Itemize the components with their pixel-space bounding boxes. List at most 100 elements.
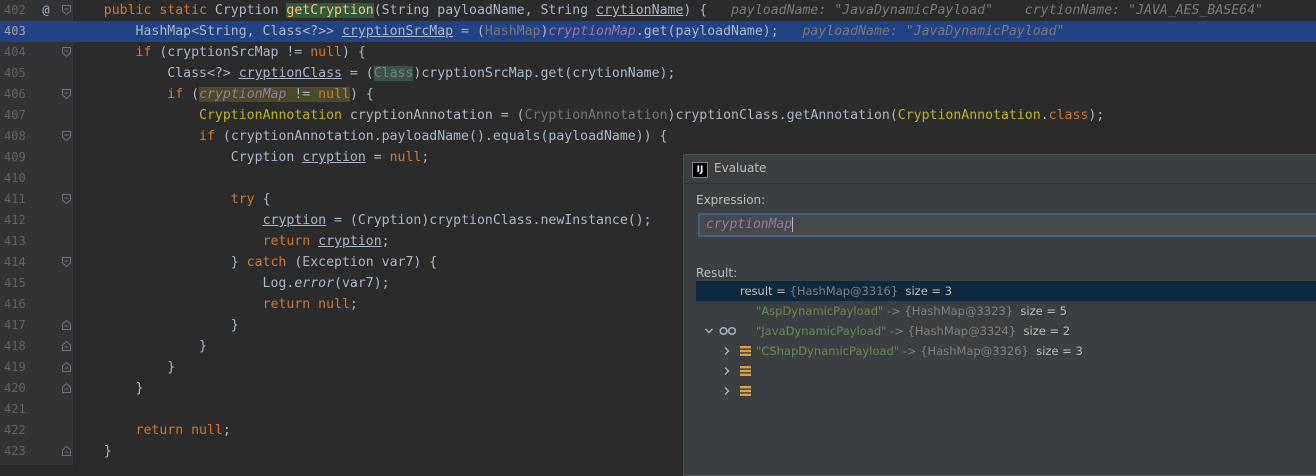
code-text[interactable]: Log.error(var7); <box>72 273 390 294</box>
code-text[interactable]: } <box>72 441 112 462</box>
code-token: payloadName: "JavaDynamicPayload" crytio… <box>723 3 1263 18</box>
result-entry-row[interactable]: "JavaDynamicPayload" -> {HashMap@3324} s… <box>696 321 1316 376</box>
code-token: (Exception var7) { <box>294 255 438 270</box>
chevron-right-icon[interactable] <box>722 326 732 375</box>
chevron-down-icon[interactable] <box>704 286 714 334</box>
fold-icon[interactable] <box>62 257 71 267</box>
code-token: cryption <box>302 150 366 165</box>
code-line[interactable]: 405 Class<?> cryptionClass = (Class)cryp… <box>0 63 1316 84</box>
result-entry-row[interactable]: "CShapDynamicPayload" -> {HashMap@3326} … <box>696 341 1316 396</box>
line-number[interactable]: 407 <box>4 105 32 126</box>
code-line[interactable]: 408 if (cryptionAnnotation.payloadName()… <box>0 126 1316 147</box>
code-text[interactable]: } <box>72 336 207 357</box>
fold-icon[interactable] <box>62 362 71 372</box>
line-number[interactable]: 414 <box>4 252 32 273</box>
code-token: Class<?> <box>72 66 239 81</box>
code-text[interactable]: if (cryptionSrcMap != null) { <box>72 42 366 63</box>
line-number[interactable]: 409 <box>4 147 32 168</box>
code-text[interactable]: cryption = (Cryption)cryptionClass.newIn… <box>72 210 652 231</box>
code-token: HashMap <box>484 24 541 39</box>
line-number[interactable]: 419 <box>4 357 32 378</box>
result-root-row[interactable]: result = {HashMap@3316} size = 3 <box>696 281 1316 336</box>
code-text[interactable]: CryptionAnnotation cryptionAnnotation = … <box>72 105 1104 126</box>
code-text[interactable]: HashMap<String, Class<?>> cryptionSrcMap… <box>72 21 1065 42</box>
fold-icon[interactable] <box>62 5 71 15</box>
line-number[interactable]: 403 <box>4 21 32 42</box>
line-number[interactable]: 404 <box>4 42 32 63</box>
entry-value: {HashMap@3323} <box>904 304 1014 318</box>
expression-label: Expression: <box>696 193 766 207</box>
code-token: if <box>135 45 160 60</box>
fold-icon[interactable] <box>62 383 71 393</box>
line-number[interactable]: 418 <box>4 336 32 357</box>
code-text[interactable]: } <box>72 357 175 378</box>
expression-input[interactable]: cryptionMap <box>698 213 1316 237</box>
line-number[interactable]: 408 <box>4 126 32 147</box>
map-entry-icon <box>740 326 751 376</box>
line-number[interactable]: 402 <box>4 0 32 21</box>
code-token: payloadName: "JavaDynamicPayload" <box>794 24 1065 39</box>
code-token: CryptionAnnotation <box>897 108 1041 123</box>
fold-icon[interactable] <box>62 194 71 204</box>
fold-icon[interactable] <box>62 341 71 351</box>
code-text[interactable]: if (cryptionAnnotation.payloadName().equ… <box>72 126 667 147</box>
code-text[interactable]: return null; <box>72 420 231 441</box>
line-number[interactable]: 416 <box>4 294 32 315</box>
code-text[interactable]: try { <box>72 189 271 210</box>
line-number[interactable]: 406 <box>4 84 32 105</box>
code-token: cryptionClass <box>238 66 342 81</box>
fold-icon[interactable] <box>62 446 71 456</box>
code-line[interactable]: 404 if (cryptionSrcMap != null) { <box>0 42 1316 63</box>
fold-icon[interactable] <box>62 131 71 141</box>
code-line[interactable]: 403 HashMap<String, Class<?>> cryptionSr… <box>0 21 1316 42</box>
line-number[interactable]: 405 <box>4 63 32 84</box>
code-line[interactable]: 402 @ public static Cryption getCryption(… <box>0 0 1316 21</box>
line-number[interactable]: 417 <box>4 315 32 336</box>
code-text[interactable]: if (cryptionMap != null) { <box>72 84 374 105</box>
code-text[interactable]: } <box>72 378 144 399</box>
line-number[interactable]: 422 <box>4 420 32 441</box>
fold-icon[interactable] <box>62 320 71 330</box>
code-text[interactable]: return null; <box>72 294 358 315</box>
code-line[interactable]: 406 if (cryptionMap != null) { <box>0 84 1316 105</box>
code-token: } <box>72 360 176 375</box>
map-entry-icon <box>740 306 751 356</box>
chevron-right-icon[interactable] <box>722 306 732 355</box>
result-entry-row[interactable]: "AspDynamicPayload" -> {HashMap@3323} si… <box>696 301 1316 356</box>
code-token: ; <box>222 423 231 438</box>
fold-icon[interactable] <box>62 89 71 99</box>
line-number[interactable]: 421 <box>4 399 32 420</box>
code-text[interactable]: } catch (Exception var7) { <box>72 252 437 273</box>
code-text[interactable]: public static Cryption getCryption(Strin… <box>72 0 1263 21</box>
line-number[interactable]: 423 <box>4 441 32 462</box>
line-number[interactable]: 413 <box>4 231 32 252</box>
line-number[interactable]: 411 <box>4 189 32 210</box>
evaluate-title-bar[interactable]: IJ Evaluate <box>684 155 1316 184</box>
code-token: } <box>72 255 247 270</box>
chevron-right-icon[interactable] <box>722 346 732 395</box>
code-text[interactable]: Class<?> cryptionClass = (Class)cryption… <box>72 63 675 84</box>
code-token: error <box>294 276 335 291</box>
code-token: cryptionSrcMap <box>341 24 454 39</box>
line-number[interactable]: 412 <box>4 210 32 231</box>
code-text[interactable]: } <box>72 315 239 336</box>
override-icon[interactable]: @ <box>39 2 53 18</box>
result-label: Result: <box>696 266 738 280</box>
code-token: )cryptionSrcMap.get(crytionName); <box>413 66 676 81</box>
code-line[interactable]: 407 CryptionAnnotation cryptionAnnotatio… <box>0 105 1316 126</box>
result-tree[interactable]: result = {HashMap@3316} size = 3 "AspDyn… <box>696 281 1316 471</box>
line-number[interactable]: 410 <box>4 168 32 189</box>
line-number[interactable]: 420 <box>4 378 32 399</box>
line-number[interactable]: 415 <box>4 273 32 294</box>
entry-arrow: -> <box>886 324 908 338</box>
code-text[interactable]: Cryption cryption = null; <box>72 147 430 168</box>
code-text[interactable]: return cryption; <box>72 231 390 252</box>
code-token: cryptionAnnotation = ( <box>341 108 525 123</box>
fold-icon[interactable] <box>62 47 71 57</box>
